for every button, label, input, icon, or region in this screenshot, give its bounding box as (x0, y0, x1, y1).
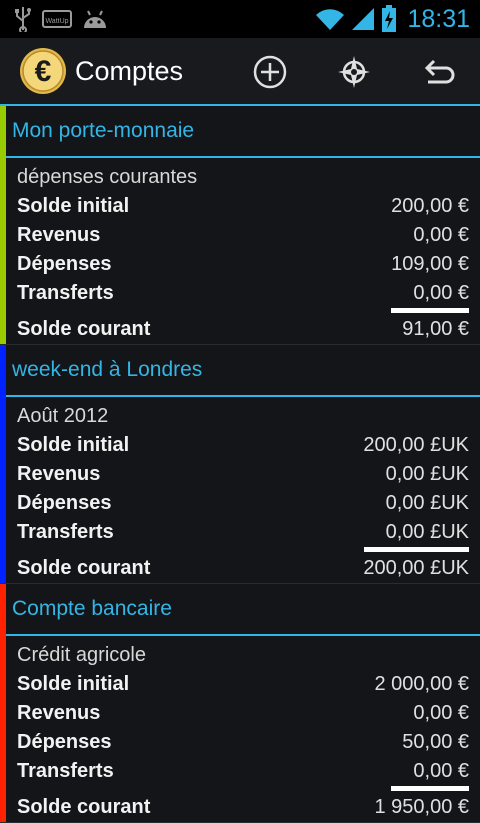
income-value: 0,00 € (413, 224, 469, 246)
initial-balance-row: Solde initial 200,00 € (17, 192, 469, 221)
battery-charging-icon (382, 5, 397, 32)
expenses-row: Dépenses 50,00 € (17, 728, 469, 757)
initial-balance-row: Solde initial 2 000,00 € (17, 670, 469, 699)
initial-balance-label: Solde initial (17, 673, 130, 695)
current-balance-value: 1 950,00 € (374, 795, 469, 818)
account-card[interactable]: Mon porte-monnaie dépenses courantes Sol… (0, 106, 480, 345)
income-row: Revenus 0,00 € (17, 221, 469, 250)
account-card[interactable]: week-end à Londres Août 2012 Solde initi… (0, 345, 480, 584)
income-value: 0,00 £UK (385, 463, 469, 485)
usb-icon (15, 7, 31, 32)
wifi-icon (316, 9, 345, 30)
initial-balance-row: Solde initial 200,00 £UK (17, 431, 469, 460)
sum-divider (17, 308, 469, 314)
expenses-row: Dépenses 109,00 € (17, 250, 469, 279)
account-list: Mon porte-monnaie dépenses courantes Sol… (0, 106, 480, 823)
transfers-value: 0,00 £UK (385, 521, 469, 543)
account-description: Août 2012 (17, 405, 109, 427)
initial-balance-value: 200,00 £UK (363, 434, 469, 456)
status-bar: WattUp 18:31 (0, 0, 480, 38)
initial-balance-value: 200,00 € (391, 195, 469, 217)
expenses-row: Dépenses 0,00 £UK (17, 489, 469, 518)
account-name: Mon porte-monnaie (0, 106, 480, 158)
account-name: Compte bancaire (0, 584, 480, 636)
current-balance-row: Solde courant 200,00 £UK (17, 553, 469, 583)
clock: 18:31 (407, 4, 470, 33)
initial-balance-value: 2 000,00 € (374, 673, 469, 695)
expenses-label: Dépenses (17, 253, 112, 275)
transfers-label: Transferts (17, 521, 114, 543)
initial-balance-label: Solde initial (17, 434, 130, 456)
transfers-label: Transferts (17, 282, 114, 304)
transfers-row: Transferts 0,00 € (17, 757, 469, 786)
account-card[interactable]: Compte bancaire Crédit agricole Solde in… (0, 584, 480, 823)
compass-icon (338, 56, 370, 88)
current-balance-value: 91,00 € (402, 317, 469, 340)
account-color-bar (0, 106, 6, 344)
expenses-label: Dépenses (17, 731, 112, 753)
sum-divider (17, 786, 469, 792)
initial-balance-label: Solde initial (17, 195, 130, 217)
account-description: Crédit agricole (17, 644, 146, 666)
expenses-value: 50,00 € (402, 731, 469, 753)
expenses-value: 109,00 € (391, 253, 469, 275)
action-bar: € Comptes (0, 38, 480, 106)
page-title: Comptes (75, 55, 184, 86)
income-label: Revenus (17, 702, 101, 724)
compass-button[interactable] (334, 52, 374, 92)
current-balance-row: Solde courant 91,00 € (17, 314, 469, 344)
income-row: Revenus 0,00 € (17, 699, 469, 728)
transfers-row: Transferts 0,00 £UK (17, 518, 469, 547)
signal-icon (352, 8, 375, 30)
current-balance-label: Solde courant (17, 317, 151, 340)
expenses-value: 0,00 £UK (385, 492, 469, 514)
account-description: dépenses courantes (17, 166, 198, 188)
add-button[interactable] (250, 52, 290, 92)
account-color-bar (0, 345, 6, 583)
back-icon (424, 59, 455, 84)
android-icon (84, 10, 106, 28)
transfers-row: Transferts 0,00 € (17, 279, 469, 308)
income-value: 0,00 € (413, 702, 469, 724)
add-icon (253, 55, 287, 89)
wattup-icon: WattUp (42, 10, 72, 28)
transfers-label: Transferts (17, 760, 114, 782)
current-balance-label: Solde courant (17, 795, 151, 818)
income-label: Revenus (17, 463, 101, 485)
income-label: Revenus (17, 224, 101, 246)
income-row: Revenus 0,00 £UK (17, 460, 469, 489)
expenses-label: Dépenses (17, 492, 112, 514)
svg-text:€: € (35, 55, 52, 88)
euro-logo-icon[interactable]: € (19, 47, 67, 95)
account-name: week-end à Londres (0, 345, 480, 397)
sum-divider (17, 547, 469, 553)
current-balance-label: Solde courant (17, 556, 151, 579)
account-color-bar (0, 584, 6, 822)
back-button[interactable] (418, 52, 458, 92)
current-balance-row: Solde courant 1 950,00 € (17, 792, 469, 822)
svg-text:WattUp: WattUp (45, 18, 68, 25)
transfers-value: 0,00 € (413, 760, 469, 782)
current-balance-value: 200,00 £UK (363, 556, 469, 579)
transfers-value: 0,00 € (413, 282, 469, 304)
